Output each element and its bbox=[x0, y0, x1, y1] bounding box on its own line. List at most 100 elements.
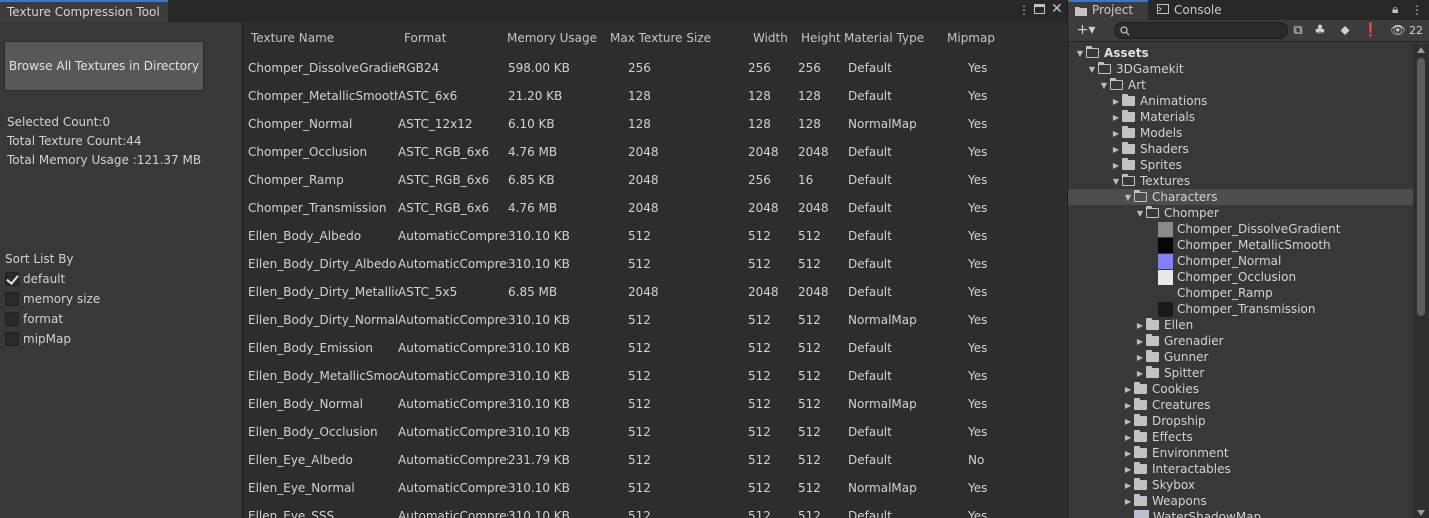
texture-list[interactable]: Texture Name Format Memory Usage Max Textur… bbox=[242, 22, 1066, 518]
project-search-input[interactable] bbox=[1114, 22, 1288, 39]
tree-folder-item[interactable]: ▶ Ellen bbox=[1134, 317, 1193, 333]
tree-folder-item[interactable]: ▶ Sprites bbox=[1110, 157, 1182, 173]
tree-folder-item[interactable]: ▶ Creatures bbox=[1122, 397, 1210, 413]
tree-folder-item[interactable]: ▼ Art bbox=[1098, 77, 1146, 93]
expand-arrow-icon[interactable]: ▶ bbox=[1122, 481, 1134, 490]
expand-arrow-icon[interactable]: ▶ bbox=[1122, 465, 1134, 474]
column-header[interactable]: Height bbox=[801, 31, 841, 45]
sort-checkbox[interactable] bbox=[5, 312, 19, 326]
sort-option[interactable]: mipMap bbox=[5, 331, 71, 347]
column-header[interactable]: Material Type bbox=[844, 31, 924, 45]
sort-checkbox[interactable] bbox=[5, 292, 19, 306]
table-row[interactable]: Ellen_Eye_Normal AutomaticCompressed310.1… bbox=[243, 475, 1066, 503]
tree-folder-item[interactable]: ▶ Spitter bbox=[1134, 365, 1204, 381]
table-row[interactable]: Ellen_Body_Dirty_NormalAutomaticCompress… bbox=[243, 307, 1066, 335]
expand-arrow-icon[interactable]: ▶ bbox=[1110, 145, 1122, 154]
tree-folder-item[interactable]: ▶ Dropship bbox=[1122, 413, 1206, 429]
tree-folder-item[interactable]: ▶ Interactables bbox=[1122, 461, 1231, 477]
collapse-arrow-icon[interactable]: ▼ bbox=[1086, 65, 1098, 74]
tab-console[interactable]: Console bbox=[1150, 0, 1240, 20]
more-options-icon[interactable]: ⋮ bbox=[1411, 3, 1423, 17]
expand-arrow-icon[interactable]: ▶ bbox=[1122, 417, 1134, 426]
table-row[interactable]: Ellen_Body_Dirty_MetallicSmoothASTC_5x5 6… bbox=[243, 279, 1066, 307]
column-header[interactable]: Width bbox=[753, 31, 788, 45]
tree-folder-item[interactable]: ▶ Weapons bbox=[1122, 493, 1207, 509]
collapse-arrow-icon[interactable]: ▼ bbox=[1110, 177, 1122, 186]
table-row[interactable]: Chomper_Occlusion ASTC_RGB_6x6 4.76 MB 2048… bbox=[243, 139, 1066, 167]
table-row[interactable]: Ellen_Body_Emission AutomaticCompressed31… bbox=[243, 335, 1066, 363]
expand-arrow-icon[interactable]: ▶ bbox=[1122, 401, 1134, 410]
expand-arrow-icon[interactable]: ▶ bbox=[1110, 113, 1122, 122]
tree-folder-item[interactable]: ▶ Skybox bbox=[1122, 477, 1195, 493]
project-tree[interactable]: ▼ Assets ▼ 3DGamekit ▼ Art ▶ Animations ▶ Materia… bbox=[1068, 44, 1413, 518]
column-header[interactable]: Memory Usage bbox=[507, 31, 597, 45]
expand-arrow-icon[interactable]: ▶ bbox=[1122, 497, 1134, 506]
filter-by-label-icon[interactable]: ⬥ bbox=[1336, 22, 1354, 39]
tree-asset-item[interactable]: Chomper_DissolveGradient bbox=[1146, 221, 1340, 237]
tree-folder-item[interactable]: ▼ Assets bbox=[1074, 45, 1149, 61]
scrollbar-thumb[interactable] bbox=[1417, 58, 1425, 316]
tab-project[interactable]: Project bbox=[1068, 0, 1148, 20]
expand-arrow-icon[interactable]: ▶ bbox=[1122, 449, 1134, 458]
sort-option[interactable]: default bbox=[5, 271, 65, 287]
table-row[interactable]: Chomper_DissolveGradient RGB24 598.00 KB 25… bbox=[243, 55, 1066, 83]
expand-arrow-icon[interactable]: ▶ bbox=[1110, 97, 1122, 106]
column-header[interactable]: Max Texture Size bbox=[610, 31, 711, 45]
tree-folder-item[interactable]: ▶ Grenadier bbox=[1134, 333, 1224, 349]
sort-checkbox[interactable] bbox=[5, 332, 19, 346]
tree-folder-item[interactable]: ▶ Animations bbox=[1110, 93, 1207, 109]
table-row[interactable]: Ellen_Body_Albedo AutomaticCompressed310.… bbox=[243, 223, 1066, 251]
table-row[interactable]: Ellen_Body_Dirty_AlbedoAutomaticCompress… bbox=[243, 251, 1066, 279]
scroll-down-icon[interactable] bbox=[1417, 510, 1425, 516]
search-by-type-icon[interactable]: ⧉ bbox=[1290, 22, 1306, 39]
expand-arrow-icon[interactable]: ▶ bbox=[1134, 353, 1146, 362]
table-row[interactable]: Ellen_Eye_Albedo AutomaticCompressed231.7… bbox=[243, 447, 1066, 475]
filter-by-type-icon[interactable]: ♣ bbox=[1311, 22, 1329, 39]
expand-arrow-icon[interactable]: ▶ bbox=[1134, 321, 1146, 330]
collapse-arrow-icon[interactable]: ▼ bbox=[1134, 209, 1146, 218]
expand-arrow-icon[interactable]: ▶ bbox=[1134, 337, 1146, 346]
more-options-icon[interactable]: ⋮ bbox=[1018, 3, 1030, 17]
warning-filter-icon[interactable]: ❗ bbox=[1362, 22, 1380, 39]
tree-folder-item[interactable]: ▼ Chomper bbox=[1134, 205, 1219, 221]
close-icon[interactable]: ✕ bbox=[1051, 2, 1063, 16]
column-header[interactable]: Mipmap bbox=[947, 31, 995, 45]
table-row[interactable]: Chomper_Transmission ASTC_RGB_6x6 4.76 MB 2… bbox=[243, 195, 1066, 223]
table-row[interactable]: Ellen_Eye_SSS AutomaticCompressed310.10 K… bbox=[243, 503, 1066, 518]
sort-option[interactable]: memory size bbox=[5, 291, 100, 307]
tree-folder-item[interactable]: ▶ Effects bbox=[1122, 429, 1193, 445]
expand-arrow-icon[interactable]: ▶ bbox=[1122, 433, 1134, 442]
sort-checkbox[interactable] bbox=[5, 272, 19, 286]
table-row[interactable]: Ellen_Body_Occlusion AutomaticCompressed3… bbox=[243, 419, 1066, 447]
expand-arrow-icon[interactable]: ▶ bbox=[1110, 161, 1122, 170]
collapse-arrow-icon[interactable]: ▼ bbox=[1074, 49, 1086, 58]
table-row[interactable]: Chomper_Normal ASTC_12x12 6.10 KB 128 128 128… bbox=[243, 111, 1066, 139]
table-row[interactable]: Ellen_Body_MetallicSmooth AutomaticCompre… bbox=[243, 363, 1066, 391]
expand-arrow-icon[interactable]: ▶ bbox=[1122, 385, 1134, 394]
tree-folder-item[interactable]: ▼ Textures bbox=[1110, 173, 1190, 189]
scroll-up-icon[interactable] bbox=[1417, 47, 1425, 53]
add-asset-button[interactable]: +▾ bbox=[1073, 22, 1099, 39]
tree-folder-item[interactable]: ▶ Cookies bbox=[1122, 381, 1199, 397]
tree-asset-item[interactable]: Chomper_Transmission bbox=[1146, 301, 1315, 317]
tree-asset-item[interactable]: Chomper_Normal bbox=[1146, 253, 1281, 269]
collapse-arrow-icon[interactable]: ▼ bbox=[1098, 81, 1110, 90]
table-row[interactable]: Ellen_Body_Normal AutomaticCompressed310.… bbox=[243, 391, 1066, 419]
table-row[interactable]: Chomper_Ramp ASTC_RGB_6x6 6.85 KB 2048 256 16… bbox=[243, 167, 1066, 195]
tree-asset-item[interactable]: WaterShadowMap bbox=[1122, 509, 1261, 518]
collapse-arrow-icon[interactable]: ▼ bbox=[1122, 193, 1134, 202]
visibility-icon[interactable]: 👁︎ bbox=[1390, 22, 1406, 39]
project-scrollbar[interactable] bbox=[1413, 44, 1429, 518]
lock-icon[interactable]: 🔒︎ bbox=[1392, 2, 1398, 16]
tree-folder-item[interactable]: ▶ Shaders bbox=[1110, 141, 1189, 157]
tree-asset-item[interactable]: Chomper_Ramp bbox=[1146, 285, 1273, 301]
sort-option[interactable]: format bbox=[5, 311, 63, 327]
tree-folder-item[interactable]: ▶ Environment bbox=[1122, 445, 1229, 461]
tree-folder-item[interactable]: ▶ Materials bbox=[1110, 109, 1195, 125]
browse-textures-button[interactable]: Browse All Textures in Directory bbox=[4, 41, 204, 91]
table-row[interactable]: Chomper_MetallicSmooth ASTC_6x6 21.20 KB 12… bbox=[243, 83, 1066, 111]
column-header[interactable]: Texture Name bbox=[251, 31, 334, 45]
tree-folder-item[interactable]: ▼ 3DGamekit bbox=[1086, 61, 1184, 77]
tree-folder-item[interactable]: ▶ Models bbox=[1110, 125, 1182, 141]
expand-arrow-icon[interactable]: ▶ bbox=[1110, 129, 1122, 138]
